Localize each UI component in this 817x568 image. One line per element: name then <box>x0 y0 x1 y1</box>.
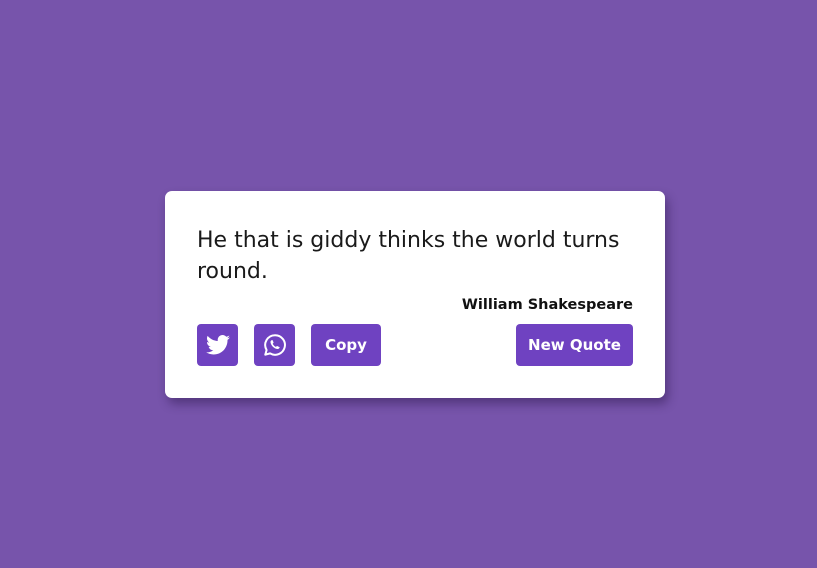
whatsapp-share-button[interactable] <box>254 324 295 366</box>
quote-card: He that is giddy thinks the world turns … <box>165 191 665 398</box>
quote-author: William Shakespeare <box>461 297 633 313</box>
copy-button[interactable]: Copy <box>311 324 381 366</box>
new-quote-button[interactable]: New Quote <box>516 324 633 366</box>
whatsapp-icon <box>263 333 287 357</box>
tweet-button[interactable] <box>197 324 238 366</box>
quote-text: He that is giddy thinks the world turns … <box>197 228 620 284</box>
twitter-icon <box>205 335 230 355</box>
